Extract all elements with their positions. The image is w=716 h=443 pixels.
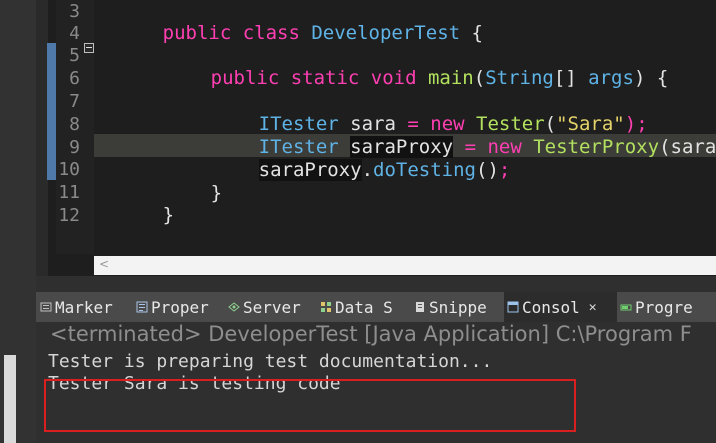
line-number-gutter: 3 4 5 6 7 8 9 10 11 12 (56, 0, 94, 254)
tab-label: Server (243, 297, 301, 317)
scroll-left-arrow-icon[interactable]: < (99, 257, 109, 271)
class-name: DeveloperTest (311, 22, 461, 44)
tab-label: Marker (55, 297, 113, 317)
code-line-8: ITester saraProxy = new TesterProxy(sara… (190, 113, 716, 158)
tab-progress[interactable]: Progre (620, 292, 716, 322)
tab-label: Data S (335, 297, 393, 317)
fold-collapse-icon[interactable] (84, 43, 94, 53)
punct: ) { (633, 67, 669, 89)
punct: [] (553, 67, 589, 89)
tab-label: Proper (151, 297, 209, 317)
code-area[interactable]: public class DeveloperTest { public stat… (94, 0, 716, 254)
view-tab-bar: Marker Proper Server Data S Snippe Conso… (36, 292, 716, 322)
progress-icon (620, 304, 632, 311)
snippets-icon (416, 302, 424, 312)
left-panel (0, 0, 36, 443)
keyword: public static void (210, 67, 428, 89)
tab-servers[interactable]: Server (228, 292, 314, 322)
code-line-7: ITester sara = new Tester("Sara"); (190, 90, 648, 135)
punct: (sara); (659, 136, 716, 158)
line-number: 11 (58, 182, 80, 203)
servers-icon (228, 302, 240, 312)
punct: ( (473, 67, 486, 89)
highlight-box (44, 379, 576, 432)
datasource-icon (321, 302, 331, 312)
line-number: 9 (69, 137, 80, 158)
param: args (588, 67, 634, 89)
console-icon (507, 301, 519, 313)
horizontal-scrollbar[interactable]: < (94, 256, 716, 275)
tab-console[interactable]: Consol ✕ (504, 292, 617, 322)
tab-properties[interactable]: Proper (136, 292, 222, 322)
line-number: 4 (69, 23, 80, 44)
tab-label: Progre (635, 297, 693, 317)
code-line-11: } (94, 181, 174, 226)
close-icon[interactable]: ✕ (589, 300, 597, 315)
brace: } (162, 204, 175, 226)
line-number: 6 (69, 68, 80, 89)
code-editor[interactable]: 3 4 5 6 7 8 9 10 11 12 public class Deve… (36, 0, 716, 276)
change-marker (47, 43, 56, 180)
code-line-5: public static void main(String[] args) { (142, 44, 669, 89)
line-number: 5 (69, 45, 80, 66)
properties-icon (136, 301, 148, 313)
console-output-line: Tester is preparing test documentation..… (48, 351, 493, 372)
brace: } (210, 182, 223, 204)
line-number: 7 (69, 91, 80, 112)
tab-label: Snippe (429, 297, 487, 317)
line-number: 3 (69, 1, 80, 22)
tab-label: Consol (522, 297, 580, 317)
tab-data-source[interactable]: Data S (320, 292, 406, 322)
code-line-9: saraProxy.doTesting(); (190, 136, 510, 181)
punct: . (361, 159, 374, 181)
console-status: <terminated> DeveloperTest [Java Applica… (50, 322, 692, 346)
punct: () (476, 159, 499, 181)
left-scrollbar[interactable] (4, 355, 16, 443)
code-line-3: public class DeveloperTest { (94, 0, 483, 44)
constructor: TesterProxy (533, 136, 660, 158)
method-call: doTesting (373, 159, 476, 181)
method-name: main (427, 67, 474, 89)
variable-occurrence: saraProxy (258, 159, 362, 181)
punct: ; (498, 159, 511, 181)
line-number: 8 (69, 114, 80, 135)
type: String (485, 67, 554, 89)
markers-icon (40, 302, 52, 312)
bottom-view-panel: Marker Proper Server Data S Snippe Conso… (36, 292, 716, 443)
line-number: 10 (58, 159, 80, 180)
keyword: public class (162, 22, 312, 44)
code-line-10: } (142, 159, 222, 204)
tab-snippets[interactable]: Snippe (414, 292, 500, 322)
tab-markers[interactable]: Marker (40, 292, 126, 322)
line-number: 12 (58, 205, 80, 226)
punct: { (460, 22, 483, 44)
